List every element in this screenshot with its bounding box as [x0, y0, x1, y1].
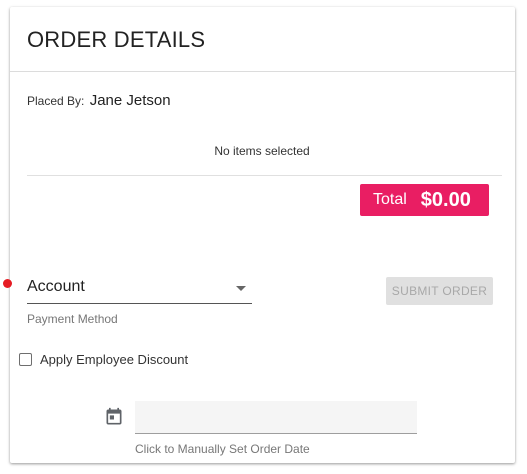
submit-order-button[interactable]: SUBMIT ORDER — [386, 277, 493, 305]
payment-method-value: Account — [27, 278, 85, 295]
total-badge: Total $0.00 — [360, 184, 489, 216]
order-date-input[interactable] — [135, 401, 417, 434]
total-label: Total — [373, 191, 407, 208]
placed-by-label: Placed By: — [27, 94, 85, 108]
calendar-icon[interactable] — [104, 407, 124, 427]
card-header: ORDER DETAILS — [10, 7, 515, 72]
payment-method-helper: Payment Method — [27, 312, 118, 326]
required-indicator — [3, 279, 12, 288]
employee-discount-checkbox[interactable] — [19, 353, 32, 366]
total-amount: $0.00 — [420, 188, 471, 211]
employee-discount-label[interactable]: Apply Employee Discount — [40, 352, 188, 367]
items-divider — [27, 175, 502, 176]
placed-by-name: Jane Jetson — [89, 92, 171, 109]
order-details-card: ORDER DETAILS Placed By: Jane Jetson No … — [10, 7, 515, 463]
placed-by: Placed By: Jane Jetson — [27, 92, 171, 109]
employee-discount-row[interactable]: Apply Employee Discount — [19, 352, 188, 367]
payment-method-select[interactable]: Account — [27, 273, 252, 304]
order-date-helper: Click to Manually Set Order Date — [135, 442, 310, 456]
items-empty-message: No items selected — [214, 144, 310, 158]
dropdown-arrow-icon — [236, 286, 246, 291]
page-title: ORDER DETAILS — [27, 27, 206, 52]
